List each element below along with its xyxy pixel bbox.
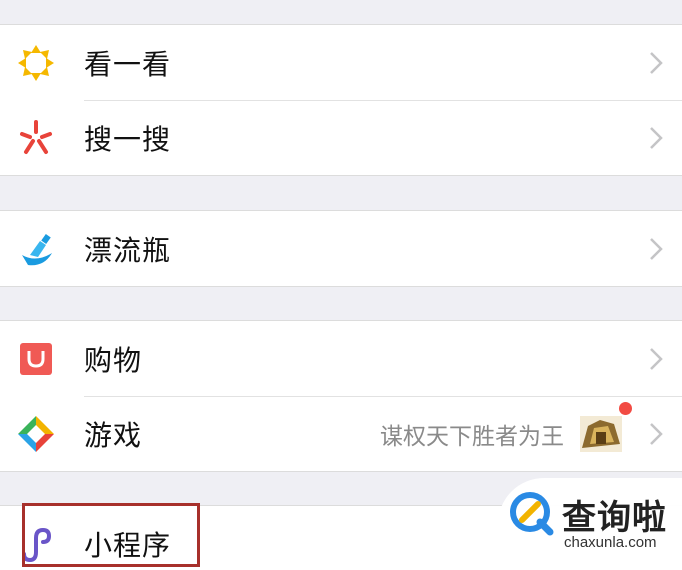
discover-group-2: 漂流瓶 <box>0 210 682 287</box>
menu-item-label: 购物 <box>84 343 143 377</box>
highlight-box <box>22 503 200 567</box>
game-promo-text: 谋权天下胜者为王 <box>380 423 564 450</box>
chevron-right-icon <box>650 347 663 370</box>
menu-item-label: 看一看 <box>84 47 172 81</box>
games-icon <box>16 414 56 454</box>
menu-item-label: 游戏 <box>84 418 143 452</box>
drift-bottle-icon <box>16 229 56 269</box>
watermark-title: 查询啦 <box>562 498 667 538</box>
watermark: 查询啦 chaxunla.com <box>498 478 682 570</box>
game-thumbnail <box>580 415 622 452</box>
search-icon <box>16 118 56 158</box>
notification-badge <box>619 402 632 415</box>
shopping-icon <box>16 339 56 379</box>
menu-item-look[interactable]: 看一看 <box>0 25 682 100</box>
menu-item-search[interactable]: 搜一搜 <box>0 100 682 175</box>
chevron-right-icon <box>650 422 663 445</box>
chevron-right-icon <box>650 237 663 260</box>
watermark-url: chaxunla.com <box>564 534 657 551</box>
chevron-right-icon <box>650 51 663 74</box>
menu-item-label: 搜一搜 <box>84 122 172 156</box>
menu-item-games[interactable]: 游戏 谋权天下胜者为王 <box>0 396 682 471</box>
menu-item-drift-bottle[interactable]: 漂流瓶 <box>0 211 682 286</box>
menu-item-shopping[interactable]: 购物 <box>0 321 682 396</box>
chevron-right-icon <box>650 126 663 149</box>
menu-item-label: 漂流瓶 <box>84 233 172 267</box>
watermark-logo-icon <box>510 492 554 536</box>
discover-group-1: 看一看 搜一搜 <box>0 24 682 176</box>
look-icon <box>16 43 56 83</box>
discover-group-3: 购物 游戏 谋权天下胜者为王 <box>0 320 682 472</box>
